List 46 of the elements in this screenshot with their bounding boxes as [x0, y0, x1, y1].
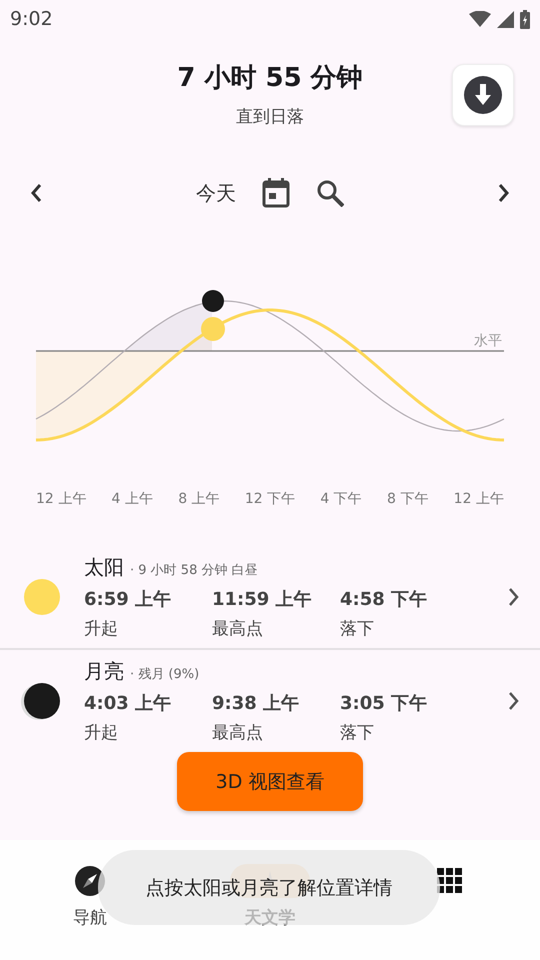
time-axis-label: 8 上午: [178, 490, 220, 508]
search-icon[interactable]: [316, 179, 344, 207]
event-time: 4:58 下午: [340, 588, 428, 611]
next-day-icon[interactable]: [498, 183, 510, 203]
download-icon: [464, 76, 502, 114]
event-label: 落下: [340, 618, 375, 640]
event-time: 11:59 上午: [212, 588, 313, 611]
event-label: 升起: [84, 722, 119, 744]
chevron-right-icon[interactable]: [508, 587, 520, 607]
countdown-subtitle: 直到日落: [236, 106, 304, 128]
3d-view-button[interactable]: 3D 视图查看: [177, 752, 363, 811]
body-name: 月亮: [84, 658, 124, 685]
event-time: 9:38 上午: [212, 692, 300, 715]
moon-marker[interactable]: [202, 290, 224, 312]
download-button[interactable]: [452, 64, 514, 126]
event-label: 落下: [340, 722, 375, 744]
time-axis-label: 12 下午: [244, 490, 296, 508]
time-axis-label: 4 上午: [112, 490, 153, 508]
sun-marker[interactable]: [201, 317, 225, 341]
grid-icon: [437, 868, 463, 894]
event-label: 升起: [84, 618, 119, 640]
moon-icon: [24, 683, 60, 719]
body-detail: · 9 小时 58 分钟 白昼: [130, 562, 258, 579]
previous-day-icon[interactable]: [30, 183, 42, 203]
event-time: 3:05 下午: [340, 692, 428, 715]
countdown-title: 7 小时 55 分钟: [177, 62, 363, 95]
horizon-label: 水平: [474, 333, 502, 349]
event-label: 最高点: [212, 618, 264, 640]
signal-icon: [497, 10, 514, 28]
time-axis-label: 12 上午: [36, 490, 86, 508]
calendar-icon[interactable]: [262, 178, 290, 208]
event-time: 6:59 上午: [84, 588, 172, 611]
nav-tab-label[interactable]: 导航: [73, 906, 107, 929]
time-axis-label: 4 下午: [320, 490, 362, 508]
battery-icon: [520, 10, 530, 28]
sun-icon: [24, 579, 60, 615]
event-label: 最高点: [212, 722, 264, 744]
time-axis-label: 12 上午: [454, 490, 504, 508]
body-name: 太阳: [84, 554, 124, 581]
chevron-right-icon[interactable]: [508, 691, 520, 711]
date-label[interactable]: 今天: [196, 180, 236, 206]
body-detail: · 残月 (9%): [130, 666, 200, 683]
time-axis-label: 8 下午: [387, 490, 428, 508]
status-time: 9:02: [10, 8, 53, 30]
event-time: 4:03 上午: [84, 692, 172, 715]
wifi-icon: [469, 11, 491, 27]
